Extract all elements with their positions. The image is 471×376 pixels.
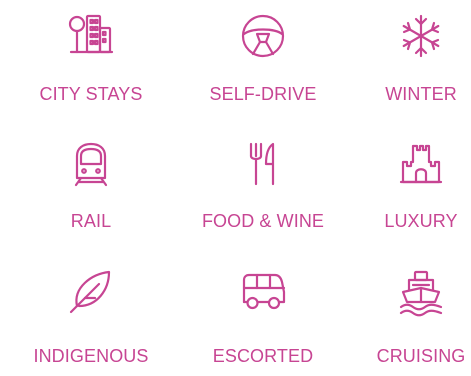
category-indigenous[interactable]: INDIGENOUS <box>16 266 166 376</box>
category-label: CITY STAYS <box>39 84 143 104</box>
category-luxury[interactable]: LUXURY <box>346 138 471 248</box>
category-escorted[interactable]: ESCORTED <box>188 266 338 376</box>
category-label: RAIL <box>70 211 112 231</box>
category-city-stays[interactable]: CITY STAYS <box>16 10 166 120</box>
category-label: SELF-DRIVE <box>209 84 317 104</box>
van-icon <box>237 266 289 318</box>
category-label: FOOD & WINE <box>201 211 325 231</box>
category-winter[interactable]: WINTER <box>346 10 471 120</box>
category-label: WINTER <box>385 84 457 104</box>
cruise-ship-icon <box>395 266 447 318</box>
feather-icon <box>65 266 117 318</box>
castle-icon <box>395 138 447 190</box>
fork-knife-icon <box>237 138 289 190</box>
category-label: ESCORTED <box>212 346 314 366</box>
city-buildings-tree-icon <box>65 10 117 62</box>
category-cruising[interactable]: CRUISING <box>346 266 471 376</box>
category-label: LUXURY <box>384 211 458 231</box>
category-label: INDIGENOUS <box>33 346 149 366</box>
category-label: CRUISING <box>376 346 466 366</box>
category-self-drive[interactable]: SELF-DRIVE <box>188 10 338 120</box>
category-food-wine[interactable]: FOOD & WINE <box>188 138 338 248</box>
category-rail[interactable]: RAIL <box>16 138 166 248</box>
train-icon <box>65 138 117 190</box>
steering-wheel-icon <box>237 10 289 62</box>
snowflake-icon <box>395 10 447 62</box>
